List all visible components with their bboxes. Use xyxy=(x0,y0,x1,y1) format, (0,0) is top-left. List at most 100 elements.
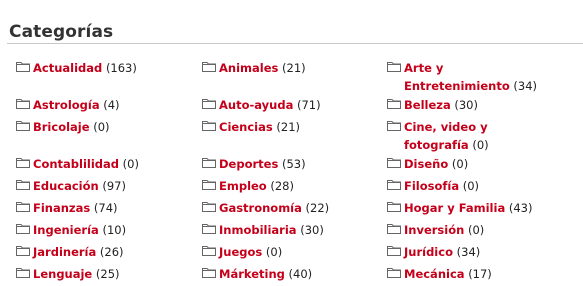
category-count: (21) xyxy=(282,61,306,75)
category-item[interactable]: Arte y Entretenimiento (34) xyxy=(387,59,537,95)
folder-icon xyxy=(387,99,401,109)
category-count: (26) xyxy=(99,245,124,259)
category-link[interactable]: fotografía xyxy=(404,138,469,152)
folder-icon xyxy=(16,121,30,131)
category-link[interactable]: Juegos xyxy=(219,245,262,259)
category-link[interactable]: Gastronomía xyxy=(219,201,302,215)
category-link[interactable]: Cine, video y xyxy=(404,120,488,134)
category-item[interactable]: Inmobiliaria (30) xyxy=(202,221,324,239)
folder-icon xyxy=(387,158,401,168)
category-item[interactable]: Ciencias (21) xyxy=(202,118,300,136)
category-count: (17) xyxy=(468,267,492,281)
category-link[interactable]: Animales xyxy=(219,61,278,75)
folder-icon xyxy=(16,202,30,212)
category-link[interactable]: Astrología xyxy=(33,98,100,112)
category-link[interactable]: Auto-ayuda xyxy=(219,98,293,112)
category-count: (30) xyxy=(454,98,478,112)
category-link[interactable]: Actualidad xyxy=(33,61,102,75)
category-item[interactable]: Ingeniería (10) xyxy=(16,221,126,239)
category-count: (22) xyxy=(305,201,330,215)
category-link[interactable]: Lenguaje xyxy=(33,267,92,281)
category-link[interactable]: Ingeniería xyxy=(33,223,99,237)
category-link[interactable]: Inversión xyxy=(404,223,464,237)
category-item[interactable]: Lenguaje (25) xyxy=(16,265,120,283)
folder-icon xyxy=(387,224,401,234)
category-item[interactable]: Jardinería (26) xyxy=(16,243,124,261)
category-item[interactable]: Diseño (0) xyxy=(387,155,468,173)
category-link[interactable]: Contablilidad xyxy=(33,157,119,171)
category-item[interactable]: Filosofía (0) xyxy=(387,177,479,195)
category-count: (0) xyxy=(265,245,283,259)
folder-icon xyxy=(387,246,401,256)
category-count: (34) xyxy=(513,79,538,93)
category-item[interactable]: Empleo (28) xyxy=(202,177,294,195)
category-item[interactable]: Hogar y Familia (43) xyxy=(387,199,532,217)
category-item[interactable]: Belleza (30) xyxy=(387,96,478,114)
folder-icon xyxy=(202,202,216,212)
category-link[interactable]: Finanzas xyxy=(33,201,90,215)
category-item[interactable]: Mecánica (17) xyxy=(387,265,492,283)
category-item[interactable]: Bricolaje (0) xyxy=(16,118,110,136)
folder-icon xyxy=(202,268,216,278)
category-link[interactable]: Educación xyxy=(33,179,99,193)
category-item[interactable]: Finanzas (74) xyxy=(16,199,118,217)
category-item[interactable]: Márketing (40) xyxy=(202,265,312,283)
category-item[interactable]: Actualidad (163) xyxy=(16,59,137,77)
category-count: (40) xyxy=(288,267,313,281)
folder-icon xyxy=(387,62,401,72)
category-link[interactable]: Jurídico xyxy=(404,245,453,259)
category-count: (163) xyxy=(105,61,137,75)
category-link[interactable]: Diseño xyxy=(404,157,448,171)
category-link[interactable]: Inmobiliaria xyxy=(219,223,297,237)
folder-icon xyxy=(16,224,30,234)
page-title: Categorías xyxy=(9,22,114,42)
folder-icon xyxy=(16,180,30,190)
folder-icon xyxy=(16,99,30,109)
category-count: (30) xyxy=(300,223,324,237)
category-link[interactable]: Deportes xyxy=(219,157,278,171)
folder-icon xyxy=(202,180,216,190)
folder-icon xyxy=(202,99,216,109)
category-count: (0) xyxy=(472,138,489,152)
category-link[interactable]: Empleo xyxy=(219,179,267,193)
category-item[interactable]: Deportes (53) xyxy=(202,155,306,173)
category-count: (43) xyxy=(508,201,533,215)
category-link[interactable]: Hogar y Familia xyxy=(404,201,505,215)
category-count: (21) xyxy=(276,120,300,134)
folder-icon xyxy=(387,268,401,278)
category-link[interactable]: Belleza xyxy=(404,98,451,112)
category-count: (10) xyxy=(102,223,127,237)
category-count: (74) xyxy=(93,201,118,215)
category-item[interactable]: Cine, video y fotografía (0) xyxy=(387,118,489,154)
category-link[interactable]: Márketing xyxy=(219,267,285,281)
category-link[interactable]: Ciencias xyxy=(219,120,273,134)
category-item[interactable]: Jurídico (34) xyxy=(387,243,480,261)
category-link[interactable]: Arte y xyxy=(404,61,443,75)
category-count: (28) xyxy=(270,179,294,193)
category-item[interactable]: Contablilidad (0) xyxy=(16,155,139,173)
category-link[interactable]: Mecánica xyxy=(404,267,465,281)
category-count: (0) xyxy=(93,120,110,134)
category-count: (97) xyxy=(102,179,126,193)
folder-icon xyxy=(202,62,216,72)
category-count: (0) xyxy=(451,157,469,171)
title-divider xyxy=(7,43,583,44)
folder-icon xyxy=(202,121,216,131)
category-link[interactable]: Entretenimiento xyxy=(404,79,510,93)
folder-icon xyxy=(202,246,216,256)
category-item[interactable]: Juegos (0) xyxy=(202,243,282,261)
category-count: (25) xyxy=(95,267,120,281)
category-count: (71) xyxy=(297,98,321,112)
category-item[interactable]: Educación (97) xyxy=(16,177,126,195)
category-count: (0) xyxy=(122,157,139,171)
category-link[interactable]: Bricolaje xyxy=(33,120,90,134)
category-count: (53) xyxy=(281,157,306,171)
category-item[interactable]: Auto-ayuda (71) xyxy=(202,96,321,114)
category-item[interactable]: Astrología (4) xyxy=(16,96,120,114)
folder-icon xyxy=(16,158,30,168)
category-link[interactable]: Filosofía xyxy=(404,179,459,193)
category-item[interactable]: Gastronomía (22) xyxy=(202,199,329,217)
category-link[interactable]: Jardinería xyxy=(33,245,96,259)
category-item[interactable]: Inversión (0) xyxy=(387,221,484,239)
category-item[interactable]: Animales (21) xyxy=(202,59,306,77)
